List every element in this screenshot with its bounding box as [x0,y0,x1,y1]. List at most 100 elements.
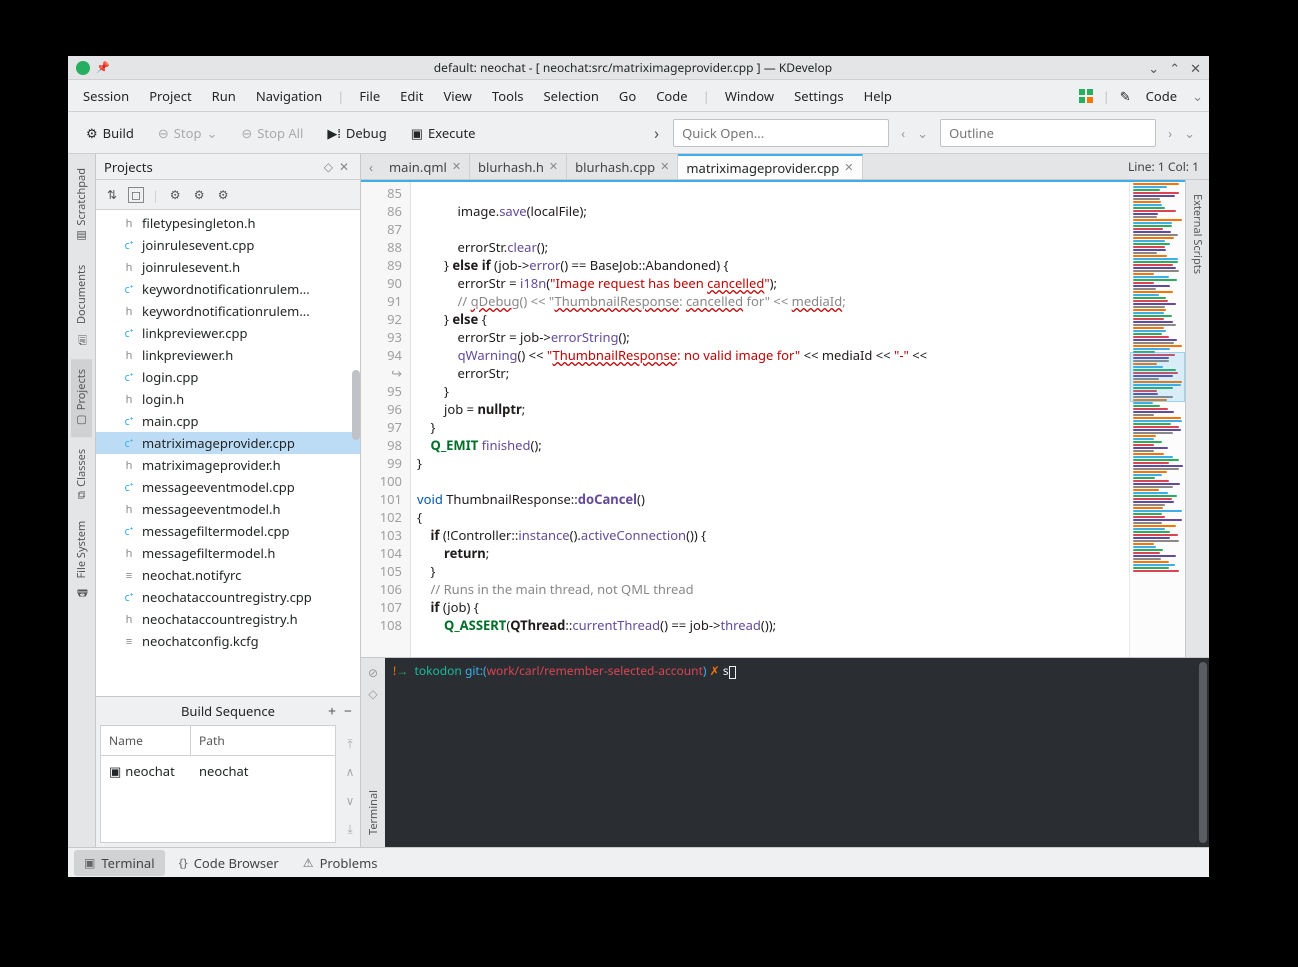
chevron-right-icon[interactable]: › [648,122,665,144]
menu-project[interactable]: Project [140,83,200,109]
code-line[interactable]: image.save(localFile); [417,202,1129,220]
build-button[interactable]: ⚙Build [78,120,142,146]
debug-button[interactable]: ▶⁞Debug [319,120,394,146]
rail-scratchpad[interactable]: ▤Scratchpad [71,158,92,253]
close-button[interactable]: ✕ [1190,59,1201,77]
col-path[interactable]: Path [191,726,335,755]
pin-icon[interactable]: 📌 [96,60,110,75]
menu-code[interactable]: Code [647,83,696,109]
code-line[interactable]: return; [417,544,1129,562]
code-line[interactable]: if (job) { [417,598,1129,616]
sync-icon[interactable]: ⇅ [104,187,120,203]
minimap[interactable] [1129,182,1185,657]
file-tree-item[interactable]: c⁺keywordnotificationrulem... [96,278,360,300]
code-line[interactable]: // Runs in the main thread, not QML thre… [417,580,1129,598]
scrollbar-thumb[interactable] [1199,662,1207,843]
code-line[interactable]: // qDebug() << "ThumbnailResponse: cance… [417,292,1129,310]
code-line[interactable]: job = nullptr; [417,400,1129,418]
editor-tab[interactable]: blurhash.cpp✕ [567,154,678,179]
undock-icon[interactable]: ◇ [321,158,336,175]
file-tree-item[interactable]: hmatriximageprovider.h [96,454,360,476]
close-tab-icon[interactable]: ✕ [452,159,461,174]
col-name[interactable]: Name [101,726,191,755]
editor-tab[interactable]: main.qml✕ [381,154,470,179]
bottom-tab-problems[interactable]: ⚠Problems [293,850,388,876]
gear-icon[interactable]: ⚙ [167,187,183,203]
minimap-viewport[interactable] [1130,352,1185,402]
menu-tools[interactable]: Tools [483,83,533,109]
file-tree-item[interactable]: c⁺messageeventmodel.cpp [96,476,360,498]
code-line[interactable]: errorStr = job->errorString(); [417,328,1129,346]
close-tab-icon[interactable]: ✕ [549,159,558,174]
code-line[interactable] [417,184,1129,202]
bottom-tab-terminal[interactable]: ▣Terminal [74,850,165,876]
menu-window[interactable]: Window [716,83,783,109]
menu-file[interactable]: File [350,83,389,109]
code-line[interactable]: Q_ASSERT(QThread::currentThread() == job… [417,616,1129,634]
code-editor[interactable]: 85868788899091929394↪9596979899100101102… [361,180,1185,657]
menu-edit[interactable]: Edit [391,83,432,109]
code-line[interactable]: } [417,418,1129,436]
tab-scroll-left[interactable]: ‹ [361,154,381,179]
nav-down-button[interactable]: ⌄ [913,122,932,144]
stop-button[interactable]: ⊖Stop⌄ [150,120,226,146]
code-line[interactable]: } [417,382,1129,400]
code-line[interactable]: qWarning() << "ThumbnailResponse: no val… [417,346,1129,364]
editor-tab[interactable]: matriximageprovider.cpp✕ [678,154,862,179]
title-bar[interactable]: 📌 default: neochat - [ neochat:src/matri… [68,56,1209,80]
code-line[interactable]: errorStr = i18n("Image request has been … [417,274,1129,292]
code-line[interactable] [417,220,1129,238]
file-tree-item[interactable]: ≡neochatconfig.kcfg [96,630,360,652]
file-tree-item[interactable]: hkeywordnotificationrulem... [96,300,360,322]
stop-all-button[interactable]: ⊖Stop All [233,120,311,146]
menu-selection[interactable]: Selection [535,83,608,109]
move-down-icon[interactable]: ∨ [346,792,355,809]
scrollbar-thumb[interactable] [352,370,360,440]
nav-forward-button[interactable]: › [1164,122,1176,144]
clear-icon[interactable]: ⊘ [368,664,378,681]
rail-documents[interactable]: 🗎Documents [69,255,94,357]
menu-navigation[interactable]: Navigation [247,83,331,109]
table-row[interactable]: ▣neochat neochat [101,756,335,842]
file-tree-item[interactable]: hjoinrulesevent.h [96,256,360,278]
file-tree-item[interactable]: hlogin.h [96,388,360,410]
code-line[interactable]: { [417,508,1129,526]
execute-button[interactable]: ▣Execute [403,120,484,146]
outline-input[interactable] [940,119,1156,147]
file-tree-item[interactable]: hmessageeventmodel.h [96,498,360,520]
close-tab-icon[interactable]: ✕ [660,159,669,174]
code-line[interactable]: errorStr.clear(); [417,238,1129,256]
file-tree-item[interactable]: c⁺main.cpp [96,410,360,432]
remove-button[interactable]: − [344,702,352,721]
file-tree-item[interactable]: c⁺linkpreviewer.cpp [96,322,360,344]
code-line[interactable]: } [417,562,1129,580]
locate-icon[interactable]: ◻ [128,187,144,203]
gear-icon[interactable]: ⚙ [191,187,207,203]
rail-external-scripts[interactable]: External Scripts [1187,186,1208,282]
terminal[interactable]: !→ tokodon git:(work/carl/remember-selec… [385,658,1209,847]
maximize-button[interactable]: ⌃ [1169,59,1180,77]
file-tree-item[interactable]: hmessagefiltermodel.h [96,542,360,564]
rail-classes[interactable]: ⧉Classes [71,439,92,509]
add-button[interactable]: + [328,702,336,721]
rail-projects[interactable]: ▢Projects [71,359,92,437]
code-line[interactable]: } else { [417,310,1129,328]
minimize-button[interactable]: ⌄ [1148,59,1159,77]
menu-help[interactable]: Help [855,83,901,109]
bottom-tab-code-browser[interactable]: {}Code Browser [169,850,289,876]
file-tree-item[interactable]: hlinkpreviewer.h [96,344,360,366]
menu-settings[interactable]: Settings [785,83,852,109]
gear-icon[interactable]: ⚙ [215,187,231,203]
code-line[interactable]: } [417,454,1129,472]
close-panel-icon[interactable]: ✕ [336,158,352,175]
file-tree-item[interactable]: c⁺login.cpp [96,366,360,388]
file-tree-item[interactable]: c⁺neochataccountregistry.cpp [96,586,360,608]
nav-back-button[interactable]: ‹ [897,122,909,144]
layout-grid-icon[interactable] [1079,89,1093,103]
chevron-down-icon[interactable]: ⌄ [1192,87,1203,105]
nav-down-button[interactable]: ⌄ [1180,122,1199,144]
move-bottom-icon[interactable]: ⤓ [347,820,352,837]
file-tree-item[interactable]: hfiletypesingleton.h [96,212,360,234]
menu-run[interactable]: Run [203,83,245,109]
menu-view[interactable]: View [434,83,480,109]
